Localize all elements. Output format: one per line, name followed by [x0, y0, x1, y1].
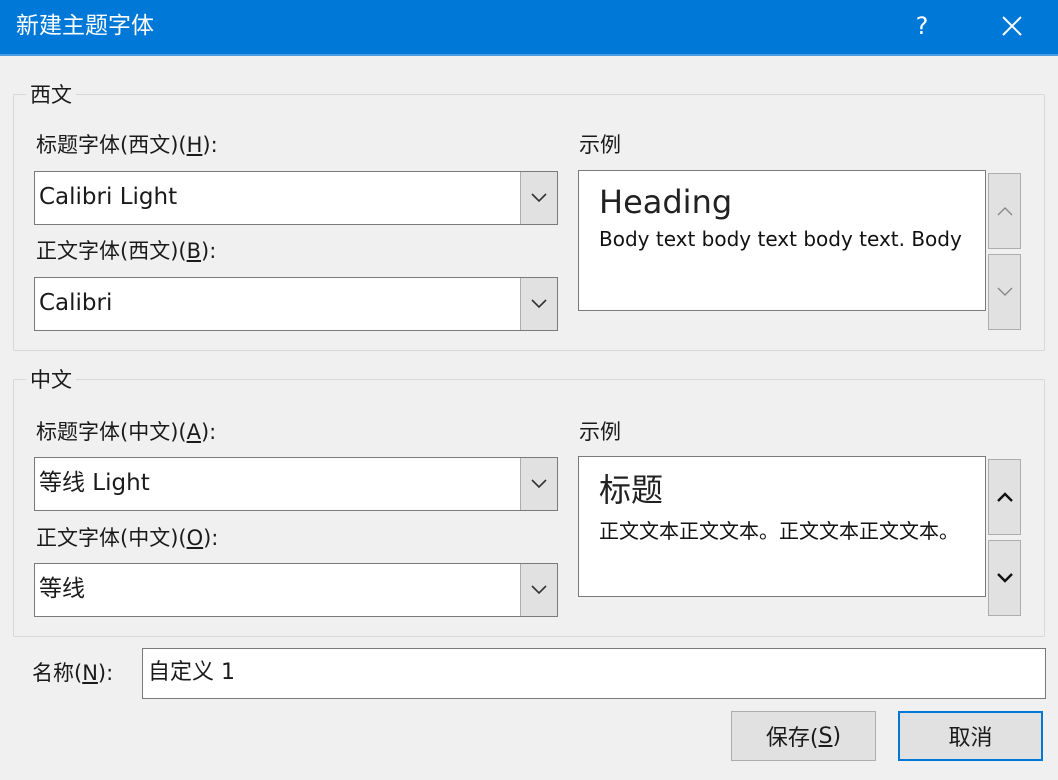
- chinese-preview-box: 标题 正文文本正文文本。正文文本正文文本。: [578, 456, 986, 597]
- chevron-up-icon: [997, 207, 1012, 216]
- cancel-button[interactable]: 取消: [898, 711, 1043, 761]
- chevron-down-icon: [996, 573, 1013, 583]
- western-heading-font-dropdown-button[interactable]: [520, 172, 557, 224]
- chinese-heading-font-value: 等线 Light: [39, 470, 150, 496]
- chevron-down-icon: [531, 193, 547, 203]
- save-button[interactable]: 保存(S): [731, 711, 876, 761]
- western-body-font-dropdown-button[interactable]: [520, 278, 557, 330]
- chinese-body-font-select[interactable]: 等线: [34, 563, 558, 617]
- chinese-preview-label: 示例: [579, 420, 621, 444]
- chinese-body-font-label: 正文字体(中文)(O):: [36, 526, 219, 550]
- western-preview-box: Heading Body text body text body text. B…: [578, 170, 986, 311]
- chinese-body-font-value: 等线: [39, 576, 85, 602]
- name-input[interactable]: 自定义 1: [142, 648, 1046, 699]
- western-preview-label: 示例: [579, 133, 621, 157]
- western-preview-heading: Heading: [599, 183, 733, 221]
- help-icon: ?: [915, 12, 929, 40]
- chinese-preview-scroll-down-button[interactable]: [988, 540, 1021, 616]
- western-body-font-value: Calibri: [39, 290, 113, 316]
- chinese-heading-font-dropdown-button[interactable]: [520, 458, 557, 510]
- chinese-heading-font-label: 标题字体(中文)(A):: [36, 420, 217, 444]
- chinese-heading-font-select[interactable]: 等线 Light: [34, 457, 558, 511]
- western-heading-font-select[interactable]: Calibri Light: [34, 171, 558, 225]
- dialog-title: 新建主题字体: [16, 13, 154, 39]
- title-bar: 新建主题字体 ?: [0, 0, 1058, 56]
- chinese-body-font-dropdown-button[interactable]: [520, 564, 557, 616]
- chinese-preview-heading: 标题: [599, 471, 664, 509]
- name-label: 名称(N):: [32, 661, 114, 685]
- western-preview-scroll-down-button[interactable]: [988, 254, 1021, 330]
- chinese-preview-body: 正文文本正文文本。正文文本正文文本。: [599, 519, 959, 543]
- western-heading-font-value: Calibri Light: [39, 184, 178, 210]
- close-icon: [1002, 16, 1022, 36]
- western-group-label: 西文: [26, 82, 76, 108]
- western-preview-body: Body text body text body text. Body text…: [599, 227, 965, 251]
- name-input-value: 自定义 1: [148, 660, 235, 685]
- help-button[interactable]: ?: [902, 8, 942, 44]
- western-heading-font-label: 标题字体(西文)(H):: [36, 133, 218, 157]
- chevron-down-icon: [531, 585, 547, 595]
- chevron-up-icon: [996, 492, 1013, 502]
- chevron-down-icon: [997, 287, 1012, 296]
- western-body-font-select[interactable]: Calibri: [34, 277, 558, 331]
- western-preview-scroll-up-button[interactable]: [988, 173, 1021, 249]
- chinese-group-label: 中文: [26, 367, 76, 393]
- chinese-preview-scroll-up-button[interactable]: [988, 459, 1021, 535]
- chevron-down-icon: [531, 479, 547, 489]
- close-button[interactable]: [992, 8, 1032, 44]
- chevron-down-icon: [531, 299, 547, 309]
- western-body-font-label: 正文字体(西文)(B):: [36, 239, 217, 263]
